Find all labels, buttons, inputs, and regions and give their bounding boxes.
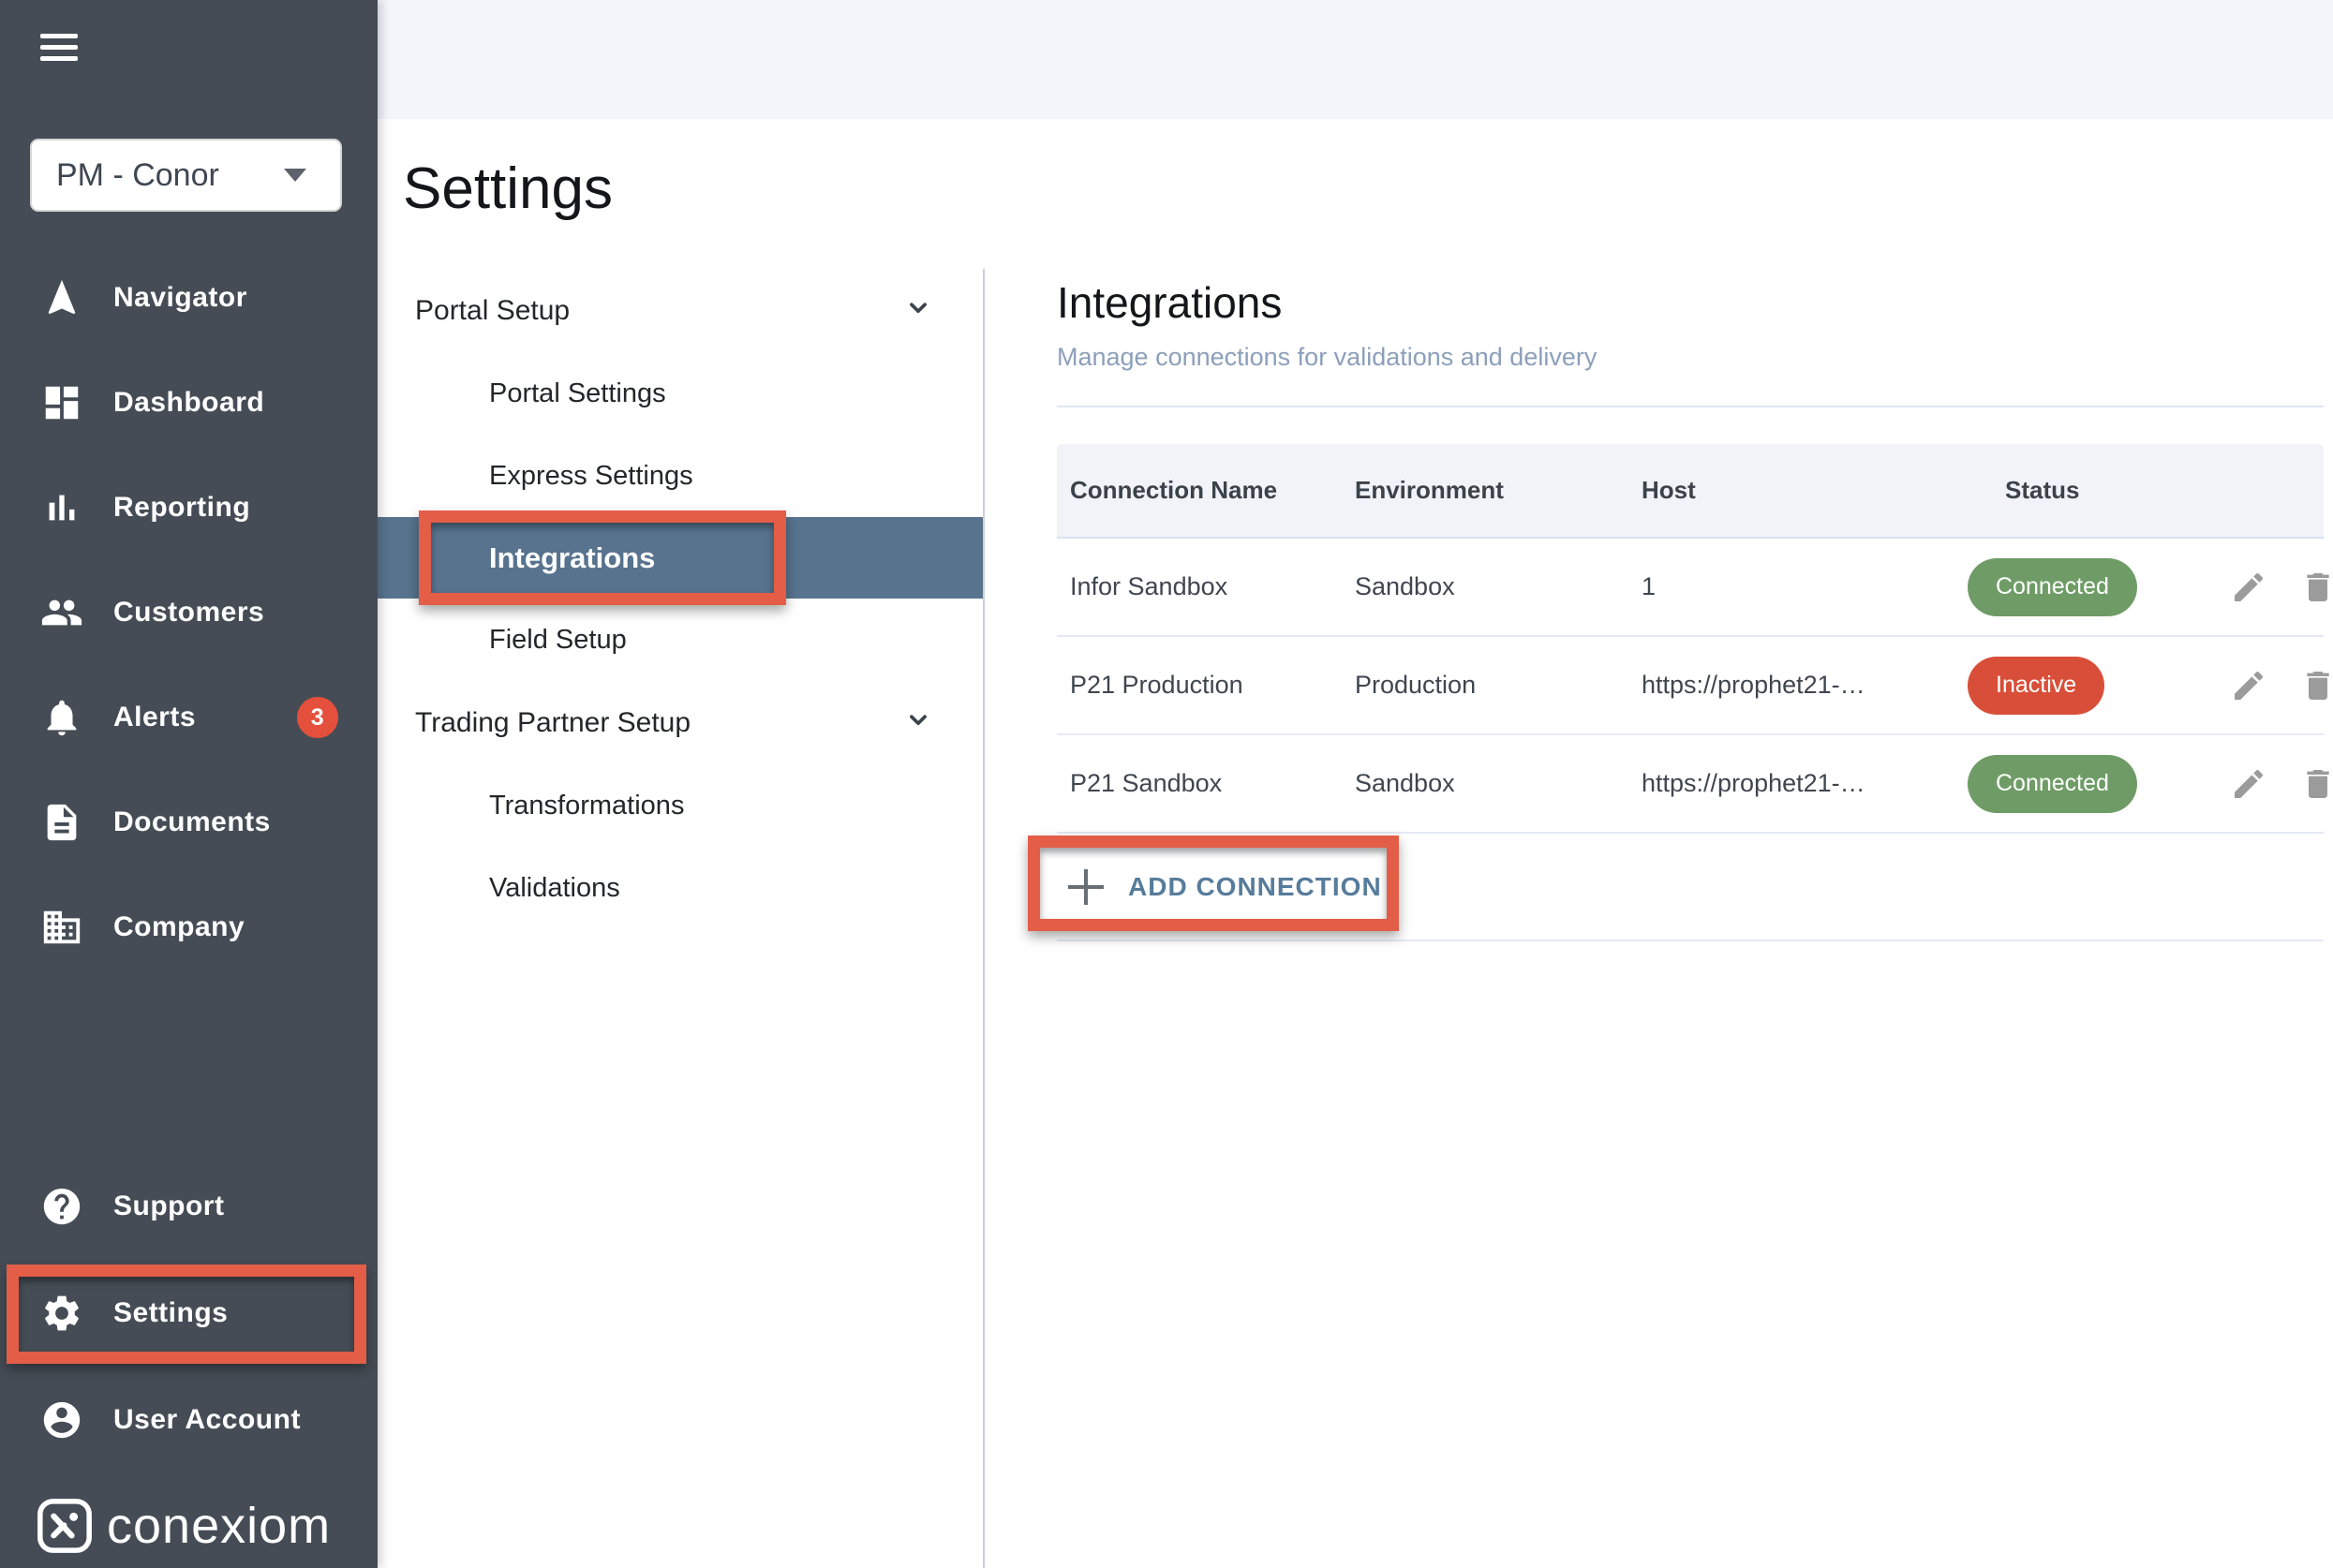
table-header: Connection Name Environment Host Status	[1057, 444, 2324, 539]
nav-item-label: Transformations	[489, 791, 684, 821]
help-icon	[40, 1185, 83, 1228]
nav-item-label: Express Settings	[489, 461, 693, 492]
sidebar-item-reporting[interactable]: Reporting	[0, 470, 378, 545]
settings-nav-section-trading-partner-setup[interactable]: Trading Partner Setup	[378, 681, 983, 764]
chevron-down-icon	[902, 703, 934, 743]
nav-item-label: Portal Settings	[489, 378, 666, 409]
conexiom-logo-icon	[36, 1497, 94, 1555]
sidebar-item-label: Alerts	[113, 702, 196, 733]
bar-chart-icon	[40, 486, 83, 529]
navigation-arrow-icon	[40, 276, 83, 319]
sidebar-nav: Navigator Dashboard Reporting Customers	[0, 260, 378, 965]
table-row: P21 Sandbox Sandbox https://prophet21-… …	[1057, 735, 2324, 834]
cell-environment: Sandbox	[1355, 572, 1642, 601]
panel-title: Integrations	[1057, 276, 2324, 329]
workspace-selector[interactable]: PM - Conor	[30, 139, 342, 212]
cell-connection-name: P21 Production	[1057, 671, 1355, 700]
hamburger-menu-icon[interactable]	[40, 34, 78, 66]
section-label: Portal Setup	[415, 295, 570, 327]
dashboard-icon	[40, 381, 83, 424]
page-title: Settings	[403, 155, 613, 222]
app-root: PM - Conor Navigator Dashboard Repor	[0, 0, 2333, 1568]
chevron-down-icon	[902, 291, 934, 331]
status-badge: Connected	[1968, 558, 2137, 616]
sidebar: PM - Conor Navigator Dashboard Repor	[0, 0, 378, 1568]
sidebar-item-label: User Account	[113, 1404, 301, 1436]
delete-trash-icon[interactable]	[2299, 569, 2333, 606]
sidebar-item-label: Navigator	[113, 282, 247, 314]
section-label: Trading Partner Setup	[415, 707, 691, 739]
settings-nav-item-integrations[interactable]: Integrations	[378, 517, 983, 599]
status-badge: Connected	[1968, 755, 2137, 813]
panel-subtitle: Manage connections for validations and d…	[1057, 340, 2324, 374]
conexiom-logo: conexiom	[36, 1497, 331, 1555]
gear-icon	[40, 1292, 83, 1335]
divider	[1057, 406, 2324, 407]
delete-trash-icon[interactable]	[2299, 765, 2333, 803]
building-icon	[40, 906, 83, 949]
cell-connection-name: Infor Sandbox	[1057, 572, 1355, 601]
sidebar-item-label: Dashboard	[113, 387, 264, 419]
cell-host: https://prophet21-…	[1642, 671, 2005, 700]
column-header-status: Status	[2005, 476, 2230, 505]
settings-nav-item-transformations[interactable]: Transformations	[378, 764, 983, 847]
add-connection-row: ADD CONNECTION	[1057, 834, 2324, 941]
sidebar-item-support[interactable]: Support	[0, 1169, 378, 1244]
settings-nav-item-portal-settings[interactable]: Portal Settings	[378, 352, 983, 435]
sidebar-item-label: Support	[113, 1191, 224, 1222]
settings-nav-section-portal-setup[interactable]: Portal Setup	[378, 269, 983, 352]
sidebar-item-label: Settings	[113, 1297, 228, 1329]
edit-pencil-icon[interactable]	[2230, 667, 2267, 704]
sidebar-item-settings[interactable]: Settings	[0, 1276, 378, 1351]
edit-pencil-icon[interactable]	[2230, 569, 2267, 606]
cell-host: 1	[1642, 572, 2005, 601]
account-icon	[40, 1398, 83, 1442]
nav-item-label: Validations	[489, 873, 620, 904]
plus-icon	[1068, 869, 1104, 905]
sidebar-item-label: Company	[113, 911, 245, 943]
add-connection-label: ADD CONNECTION	[1128, 872, 1382, 902]
sidebar-item-company[interactable]: Company	[0, 890, 378, 965]
settings-nav-item-express-settings[interactable]: Express Settings	[378, 435, 983, 517]
cell-environment: Production	[1355, 671, 1642, 700]
sidebar-item-label: Reporting	[113, 492, 250, 524]
nav-item-label: Integrations	[489, 541, 655, 575]
column-header-environment: Environment	[1355, 476, 1642, 505]
settings-nav-item-field-setup[interactable]: Field Setup	[378, 599, 983, 681]
nav-item-label: Field Setup	[489, 625, 627, 656]
bell-icon	[40, 696, 83, 739]
sidebar-footer-nav: Support Settings User Account	[0, 1169, 378, 1457]
document-icon	[40, 801, 83, 844]
vertical-divider	[983, 269, 985, 1568]
add-connection-button[interactable]: ADD CONNECTION	[1057, 869, 1382, 905]
sidebar-item-customers[interactable]: Customers	[0, 575, 378, 650]
conexiom-logo-text: conexiom	[107, 1497, 331, 1555]
sidebar-item-documents[interactable]: Documents	[0, 785, 378, 860]
edit-pencil-icon[interactable]	[2230, 765, 2267, 803]
cell-host: https://prophet21-…	[1642, 769, 2005, 798]
column-header-connection-name: Connection Name	[1057, 476, 1355, 505]
delete-trash-icon[interactable]	[2299, 667, 2333, 704]
sidebar-item-alerts[interactable]: Alerts 3	[0, 680, 378, 755]
table-row: Infor Sandbox Sandbox 1 Connected	[1057, 539, 2324, 637]
workspace-selector-value: PM - Conor	[56, 157, 219, 194]
status-badge: Inactive	[1968, 657, 2104, 715]
sidebar-item-user-account[interactable]: User Account	[0, 1383, 378, 1457]
alerts-count-badge: 3	[297, 697, 338, 738]
sidebar-item-label: Customers	[113, 597, 264, 629]
integrations-panel: Integrations Manage connections for vali…	[1057, 276, 2324, 941]
sidebar-item-dashboard[interactable]: Dashboard	[0, 365, 378, 440]
settings-nav-item-validations[interactable]: Validations	[378, 847, 983, 929]
top-bar	[378, 0, 2333, 119]
settings-nav: Portal Setup Portal Settings Express Set…	[378, 269, 983, 929]
table-row: P21 Production Production https://prophe…	[1057, 637, 2324, 735]
people-icon	[40, 591, 83, 634]
cell-environment: Sandbox	[1355, 769, 1642, 798]
column-header-host: Host	[1642, 476, 2005, 505]
chevron-down-icon	[284, 169, 306, 182]
cell-connection-name: P21 Sandbox	[1057, 769, 1355, 798]
sidebar-item-navigator[interactable]: Navigator	[0, 260, 378, 335]
sidebar-item-label: Documents	[113, 806, 271, 838]
